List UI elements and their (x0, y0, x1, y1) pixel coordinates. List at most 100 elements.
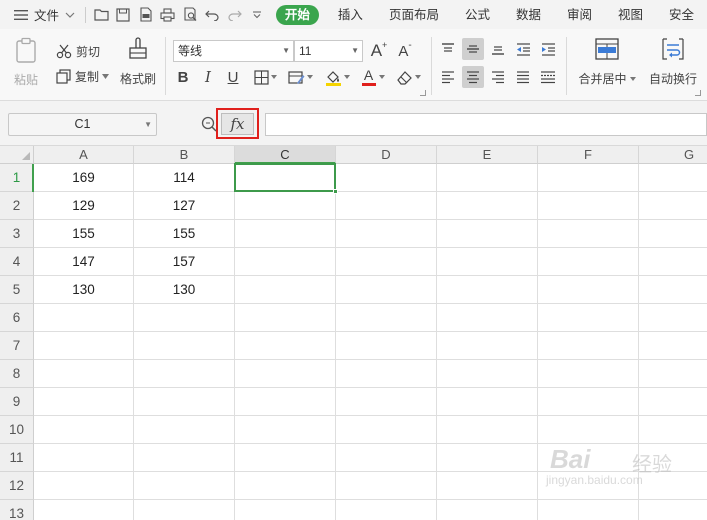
cell-b7[interactable] (134, 332, 235, 360)
row-header-1[interactable]: 1 (0, 164, 34, 192)
cell-a9[interactable] (34, 388, 134, 416)
cell-g7[interactable] (639, 332, 707, 360)
fill-color-button[interactable] (323, 67, 351, 87)
row-header-2[interactable]: 2 (0, 192, 34, 220)
tab-formulas[interactable]: 公式 (452, 5, 503, 25)
cell-b9[interactable] (134, 388, 235, 416)
align-top-button[interactable] (437, 38, 459, 60)
cell-f13[interactable] (538, 500, 639, 520)
formula-input[interactable] (265, 113, 707, 136)
cell-d9[interactable] (336, 388, 437, 416)
row-header-3[interactable]: 3 (0, 220, 34, 248)
cell-e9[interactable] (437, 388, 538, 416)
cell-b4[interactable]: 157 (134, 248, 235, 276)
cell-d3[interactable] (336, 220, 437, 248)
row-header-12[interactable]: 12 (0, 472, 34, 500)
file-menu[interactable]: 文件 (0, 5, 81, 24)
cell-e5[interactable] (437, 276, 538, 304)
italic-button[interactable]: I (200, 67, 216, 87)
print-preview-icon[interactable] (179, 4, 201, 26)
cut-button[interactable]: 剪切 (56, 42, 100, 60)
name-box[interactable]: C1 ▼ (8, 113, 157, 136)
cell-b13[interactable] (134, 500, 235, 520)
export-pdf-icon[interactable] (134, 4, 156, 26)
zoom-icon[interactable] (201, 116, 217, 132)
cell-f9[interactable] (538, 388, 639, 416)
cell-c12[interactable] (235, 472, 336, 500)
borders-button[interactable] (252, 67, 278, 87)
increase-indent-button[interactable] (537, 38, 559, 60)
cell-e11[interactable] (437, 444, 538, 472)
open-folder-icon[interactable] (90, 4, 112, 26)
bold-button[interactable]: B (175, 67, 191, 87)
clear-format-button[interactable] (394, 67, 422, 87)
cell-a2[interactable]: 129 (34, 192, 134, 220)
distributed-align-button[interactable] (537, 66, 559, 88)
cell-e3[interactable] (437, 220, 538, 248)
cell-b1[interactable]: 114 (134, 164, 235, 192)
row-header-8[interactable]: 8 (0, 360, 34, 388)
redo-icon[interactable] (223, 4, 245, 26)
font-dialog-launcher[interactable] (420, 90, 426, 96)
align-right-button[interactable] (487, 66, 509, 88)
cell-d1[interactable] (336, 164, 437, 192)
align-bottom-button[interactable] (487, 38, 509, 60)
save-icon[interactable] (112, 4, 134, 26)
cell-style-button[interactable] (286, 67, 314, 87)
cell-c9[interactable] (235, 388, 336, 416)
select-all-corner[interactable] (0, 146, 34, 164)
cell-d4[interactable] (336, 248, 437, 276)
cell-g5[interactable] (639, 276, 707, 304)
row-header-7[interactable]: 7 (0, 332, 34, 360)
tab-home[interactable]: 开始 (275, 4, 319, 25)
column-header-b[interactable]: B (134, 146, 235, 164)
alignment-dialog-launcher[interactable] (695, 90, 701, 96)
cell-e12[interactable] (437, 472, 538, 500)
cell-d8[interactable] (336, 360, 437, 388)
cell-e10[interactable] (437, 416, 538, 444)
tab-data[interactable]: 数据 (503, 5, 554, 25)
tab-view[interactable]: 视图 (605, 5, 656, 25)
tab-security[interactable]: 安全 (656, 5, 707, 25)
cell-e4[interactable] (437, 248, 538, 276)
copy-button[interactable]: 复制 (56, 67, 110, 85)
cell-b3[interactable]: 155 (134, 220, 235, 248)
cell-b2[interactable]: 127 (134, 192, 235, 220)
justify-button[interactable] (512, 66, 534, 88)
cell-g13[interactable] (639, 500, 707, 520)
cell-f2[interactable] (538, 192, 639, 220)
cell-c11[interactable] (235, 444, 336, 472)
row-header-6[interactable]: 6 (0, 304, 34, 332)
cell-e13[interactable] (437, 500, 538, 520)
cell-e1[interactable] (437, 164, 538, 192)
cell-c13[interactable] (235, 500, 336, 520)
cell-a4[interactable]: 147 (34, 248, 134, 276)
cell-b6[interactable] (134, 304, 235, 332)
row-header-13[interactable]: 13 (0, 500, 34, 520)
tab-review[interactable]: 审阅 (554, 5, 605, 25)
cell-c5[interactable] (235, 276, 336, 304)
column-header-c[interactable]: C (235, 146, 336, 164)
column-header-g[interactable]: G (639, 146, 707, 164)
cell-g9[interactable] (639, 388, 707, 416)
cell-a3[interactable]: 155 (34, 220, 134, 248)
cell-d12[interactable] (336, 472, 437, 500)
cell-g4[interactable] (639, 248, 707, 276)
fill-handle[interactable] (333, 189, 338, 194)
cell-b8[interactable] (134, 360, 235, 388)
cell-b10[interactable] (134, 416, 235, 444)
cell-g8[interactable] (639, 360, 707, 388)
cell-g3[interactable] (639, 220, 707, 248)
cell-c3[interactable] (235, 220, 336, 248)
cell-d2[interactable] (336, 192, 437, 220)
cell-a5[interactable]: 130 (34, 276, 134, 304)
row-header-9[interactable]: 9 (0, 388, 34, 416)
cell-f7[interactable] (538, 332, 639, 360)
row-header-11[interactable]: 11 (0, 444, 34, 472)
align-center-button[interactable] (462, 66, 484, 88)
cell-d13[interactable] (336, 500, 437, 520)
cell-f4[interactable] (538, 248, 639, 276)
cell-f1[interactable] (538, 164, 639, 192)
cell-c10[interactable] (235, 416, 336, 444)
cell-b11[interactable] (134, 444, 235, 472)
